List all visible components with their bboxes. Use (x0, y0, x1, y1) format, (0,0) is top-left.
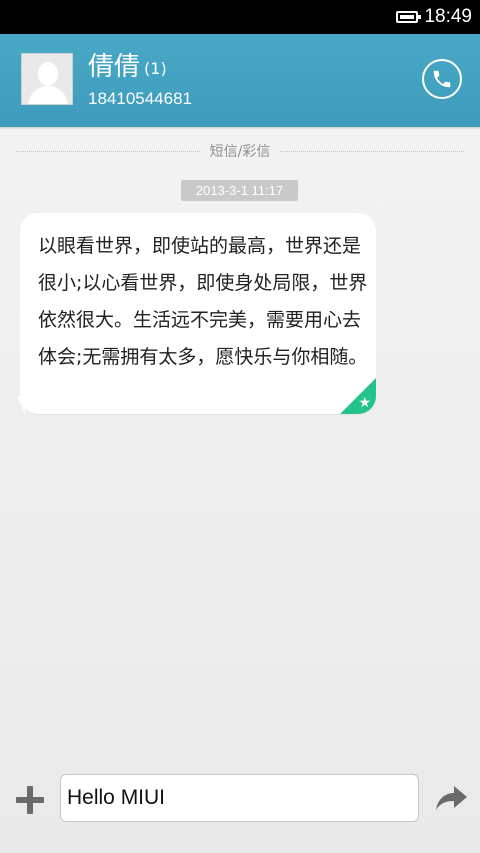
message-text: 以眼看世界，即使站的最高，世界还是很小;以心看世界，即使身处局限，世界依然很大。… (38, 235, 368, 368)
incoming-message-bubble[interactable]: 以眼看世界，即使站的最高，世界还是很小;以心看世界，即使身处局限，世界依然很大。… (20, 213, 376, 414)
message-input[interactable] (60, 774, 419, 822)
avatar[interactable] (21, 53, 73, 105)
battery-icon (396, 11, 422, 23)
send-arrow-icon (436, 786, 467, 810)
contact-name-row: 倩倩 (1) (88, 52, 167, 82)
message-count: (1) (144, 59, 167, 78)
phone-icon (433, 70, 451, 88)
avatar-body-shape (28, 86, 68, 104)
composer-bar (0, 760, 480, 853)
status-bar: 18:49 (0, 0, 480, 34)
conversation-header: 倩倩 (1) 18410544681 (0, 34, 480, 127)
favorite-badge: ★ (340, 378, 376, 414)
status-time: 18:49 (424, 6, 472, 27)
message-timestamp: 2013-3-1 11:17 (181, 180, 298, 201)
message-type-label: 短信/彩信 (209, 144, 271, 160)
contact-phone-number: 18410544681 (88, 89, 193, 108)
contact-name: 倩倩 (88, 52, 141, 82)
avatar-head-shape (38, 62, 58, 86)
star-icon: ★ (358, 395, 371, 411)
plus-icon-vertical (27, 786, 33, 814)
status-right: 18:49 (396, 0, 472, 34)
send-button[interactable] (434, 784, 468, 812)
attach-button[interactable] (16, 786, 44, 814)
call-button[interactable] (422, 59, 462, 99)
